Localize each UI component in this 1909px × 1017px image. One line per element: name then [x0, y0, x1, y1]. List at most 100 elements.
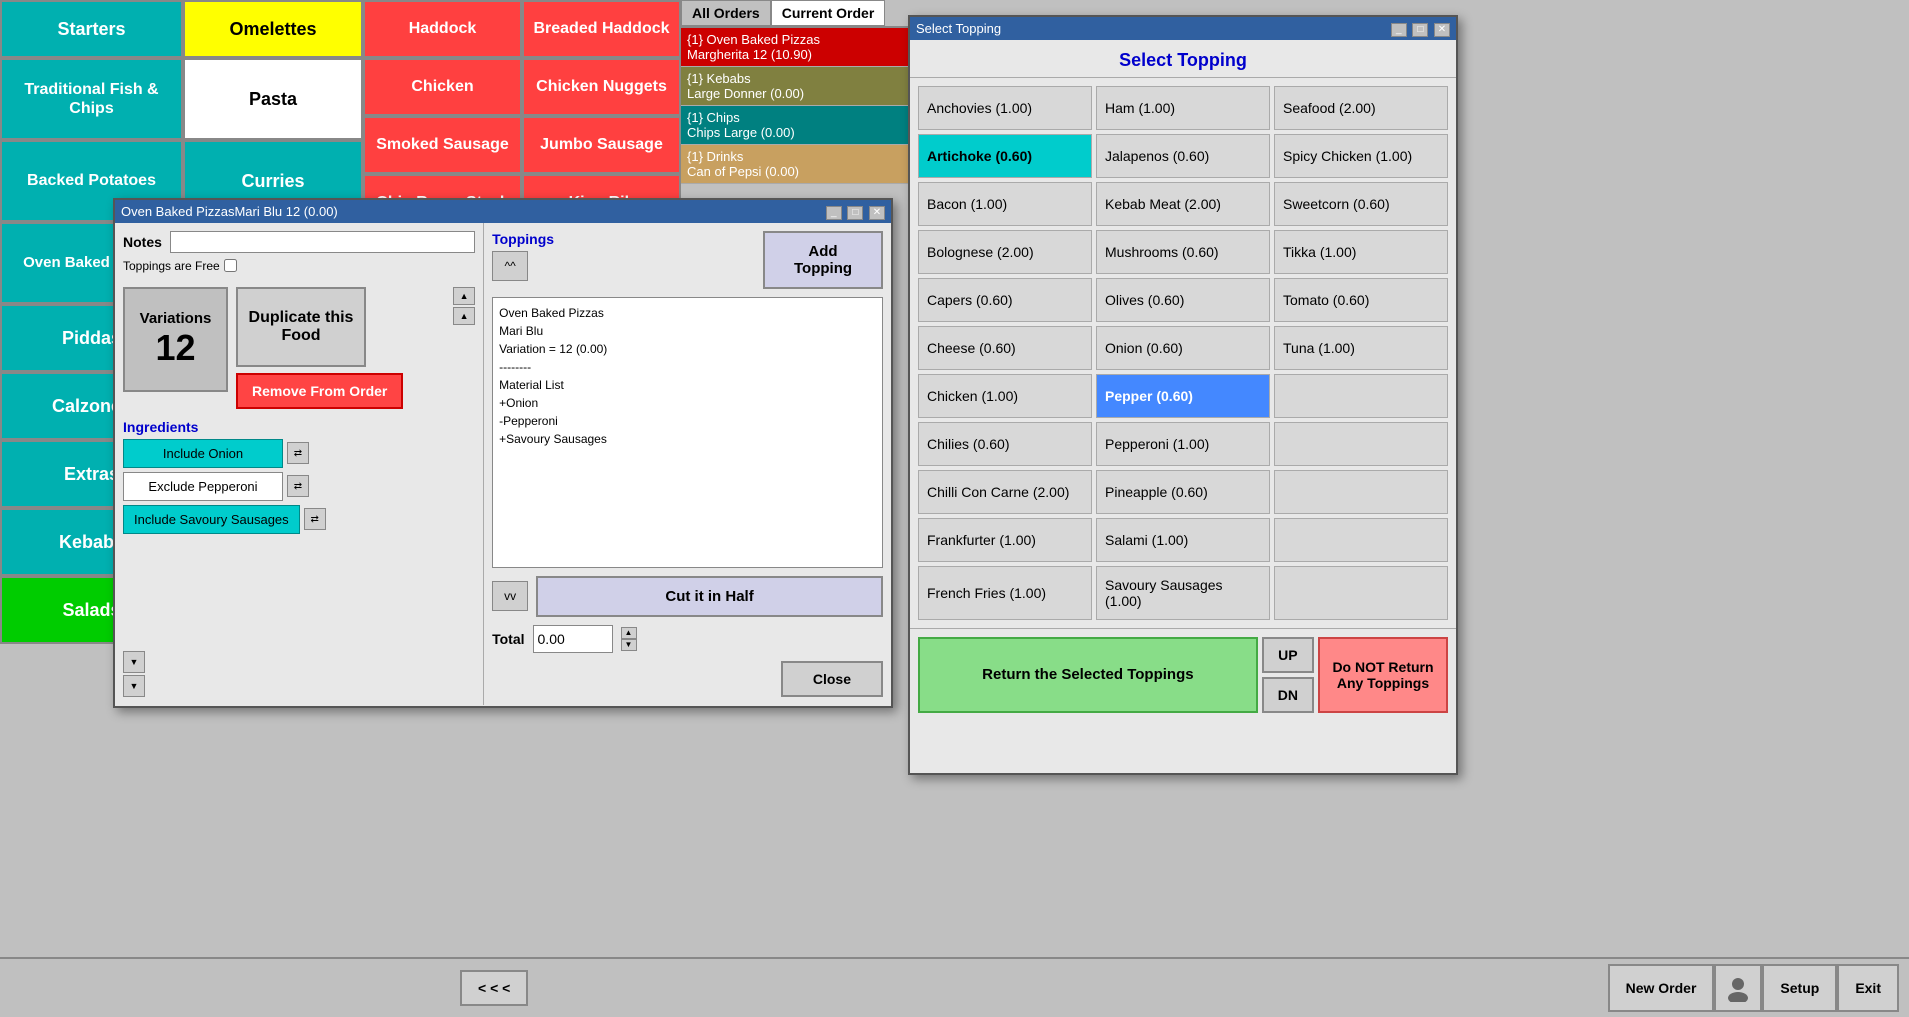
tab-current-order[interactable]: Current Order [771, 0, 886, 26]
food-btn-haddock[interactable]: Haddock [363, 0, 522, 58]
duplicate-food-btn[interactable]: Duplicate this Food [236, 287, 366, 367]
food-btn-chicken[interactable]: Chicken [363, 58, 522, 116]
topping-empty4[interactable] [1274, 518, 1448, 562]
topping-chicken[interactable]: Chicken (1.00) [918, 374, 1092, 418]
topping-tomato[interactable]: Tomato (0.60) [1274, 278, 1448, 322]
topping-bacon[interactable]: Bacon (1.00) [918, 182, 1092, 226]
select-topping-footer: Return the Selected Toppings UP DN Do NO… [910, 628, 1456, 721]
add-topping-btn[interactable]: Add Topping [763, 231, 883, 289]
food-edit-title: Oven Baked PizzasMari Blu 12 (0.00) [121, 204, 338, 219]
ingredient-down-arrow[interactable]: ▼ [123, 651, 145, 673]
toppings-up-btn[interactable]: UP [1262, 637, 1314, 673]
avatar[interactable] [1714, 964, 1762, 1012]
ingredient-include-savoury[interactable]: Include Savoury Sausages [123, 505, 300, 534]
topping-capers[interactable]: Capers (0.60) [918, 278, 1092, 322]
st-close-btn[interactable]: ✕ [1434, 23, 1450, 37]
topping-french-fries[interactable]: French Fries (1.00) [918, 566, 1092, 620]
topping-pepper[interactable]: Pepper (0.60) [1096, 374, 1270, 418]
sidebar-item-omelettes[interactable]: Omelettes [183, 0, 363, 58]
total-dn-spin[interactable]: ▼ [621, 639, 637, 651]
notes-input[interactable] [170, 231, 475, 253]
ingredient-down-arrow2[interactable]: ▼ [123, 675, 145, 697]
total-up-spin[interactable]: ▲ [621, 627, 637, 639]
ingredient-swap-pepperoni[interactable]: ⇄ [287, 475, 309, 497]
topping-sweetcorn[interactable]: Sweetcorn (0.60) [1274, 182, 1448, 226]
ingredient-swap-onion[interactable]: ⇄ [287, 442, 309, 464]
sidebar-item-trad-fish[interactable]: Traditional Fish & Chips [0, 58, 183, 140]
topping-tuna[interactable]: Tuna (1.00) [1274, 326, 1448, 370]
maximize-btn[interactable]: □ [847, 206, 863, 220]
topping-down-btn[interactable]: vv [492, 581, 528, 611]
nav-back-btn[interactable]: < < < [460, 970, 528, 1006]
topping-spicy-chicken[interactable]: Spicy Chicken (1.00) [1274, 134, 1448, 178]
sidebar-item-pasta[interactable]: Pasta [183, 58, 363, 140]
st-minimize-btn[interactable]: _ [1391, 23, 1407, 37]
toppings-free-checkbox[interactable] [224, 259, 237, 272]
topping-empty3[interactable] [1274, 470, 1448, 514]
return-selected-toppings-btn[interactable]: Return the Selected Toppings [918, 637, 1258, 713]
st-maximize-btn[interactable]: □ [1412, 23, 1428, 37]
order-item-chips[interactable]: {1} Chips Chips Large (0.00) [681, 106, 913, 145]
ingredients-title: Ingredients [123, 419, 475, 435]
topping-tikka[interactable]: Tikka (1.00) [1274, 230, 1448, 274]
topping-onion[interactable]: Onion (0.60) [1096, 326, 1270, 370]
topping-up-btn[interactable]: ^^ [492, 251, 528, 281]
order-line5: +Onion [499, 394, 876, 412]
order-item-drinks[interactable]: {1} Drinks Can of Pepsi (0.00) [681, 145, 913, 184]
variations-number: 12 [155, 327, 195, 369]
right-left-menu: Omelettes Pasta Curries [183, 0, 363, 222]
food-btn-breaded-haddock[interactable]: Breaded Haddock [522, 0, 681, 58]
topping-kebab-meat[interactable]: Kebab Meat (2.00) [1096, 182, 1270, 226]
topping-cheese[interactable]: Cheese (0.60) [918, 326, 1092, 370]
topping-mushrooms[interactable]: Mushrooms (0.60) [1096, 230, 1270, 274]
close-dialog-btn[interactable]: ✕ [869, 206, 885, 220]
topping-chilies[interactable]: Chilies (0.60) [918, 422, 1092, 466]
do-not-return-btn[interactable]: Do NOT Return Any Toppings [1318, 637, 1448, 713]
food-btn-chicken-nuggets[interactable]: Chicken Nuggets [522, 58, 681, 116]
total-label: Total [492, 631, 524, 647]
topping-bolognese[interactable]: Bolognese (2.00) [918, 230, 1092, 274]
ingredient-up-arrow[interactable]: ▲ [453, 287, 475, 305]
notes-label: Notes [123, 234, 162, 250]
topping-empty2[interactable] [1274, 422, 1448, 466]
cut-in-half-btn[interactable]: Cut it in Half [536, 576, 883, 617]
order-item-pizzas[interactable]: {1} Oven Baked Pizzas Margherita 12 (10.… [681, 28, 913, 67]
topping-savoury-sausages[interactable]: Savoury Sausages (1.00) [1096, 566, 1270, 620]
orders-list: {1} Oven Baked Pizzas Margherita 12 (10.… [681, 28, 913, 184]
ingredient-swap-savoury[interactable]: ⇄ [304, 508, 326, 530]
topping-frankfurter[interactable]: Frankfurter (1.00) [918, 518, 1092, 562]
exit-btn[interactable]: Exit [1837, 964, 1899, 1012]
topping-jalapenos[interactable]: Jalapenos (0.60) [1096, 134, 1270, 178]
toppings-title: Toppings [492, 231, 554, 247]
minimize-btn[interactable]: _ [826, 206, 842, 220]
food-btn-jumbo-sausage[interactable]: Jumbo Sausage [522, 116, 681, 174]
new-order-btn[interactable]: New Order [1608, 964, 1715, 1012]
ingredient-include-onion[interactable]: Include Onion [123, 439, 283, 468]
topping-ham[interactable]: Ham (1.00) [1096, 86, 1270, 130]
ingredient-up-arrow2[interactable]: ▲ [453, 307, 475, 325]
ingredient-exclude-pepperoni[interactable]: Exclude Pepperoni [123, 472, 283, 501]
topping-olives[interactable]: Olives (0.60) [1096, 278, 1270, 322]
topping-empty1[interactable] [1274, 374, 1448, 418]
topping-seafood[interactable]: Seafood (2.00) [1274, 86, 1448, 130]
food-btn-smoked-sausage[interactable]: Smoked Sausage [363, 116, 522, 174]
topping-anchovies[interactable]: Anchovies (1.00) [918, 86, 1092, 130]
bottom-bar: < < < New Order Setup Exit [0, 957, 1909, 1017]
food-edit-dialog: Oven Baked PizzasMari Blu 12 (0.00) _ □ … [113, 198, 893, 708]
toppings-dn-btn[interactable]: DN [1262, 677, 1314, 713]
topping-artichoke[interactable]: Artichoke (0.60) [918, 134, 1092, 178]
remove-from-order-btn[interactable]: Remove From Order [236, 373, 403, 409]
topping-pineapple[interactable]: Pineapple (0.60) [1096, 470, 1270, 514]
topping-pepperoni[interactable]: Pepperoni (1.00) [1096, 422, 1270, 466]
topping-empty5[interactable] [1274, 566, 1448, 620]
order-item-kebabs[interactable]: {1} Kebabs Large Donner (0.00) [681, 67, 913, 106]
topping-salami[interactable]: Salami (1.00) [1096, 518, 1270, 562]
variations-box[interactable]: Variations 12 [123, 287, 228, 392]
sidebar-item-starters[interactable]: Starters [0, 0, 183, 58]
close-food-edit-btn[interactable]: Close [781, 661, 883, 697]
total-input[interactable] [533, 625, 613, 653]
tab-all-orders[interactable]: All Orders [681, 0, 771, 26]
topping-chilli-con-carne[interactable]: Chilli Con Carne (2.00) [918, 470, 1092, 514]
setup-btn[interactable]: Setup [1762, 964, 1837, 1012]
select-topping-dialog: Select Topping _ □ ✕ Select Topping Anch… [908, 15, 1458, 775]
